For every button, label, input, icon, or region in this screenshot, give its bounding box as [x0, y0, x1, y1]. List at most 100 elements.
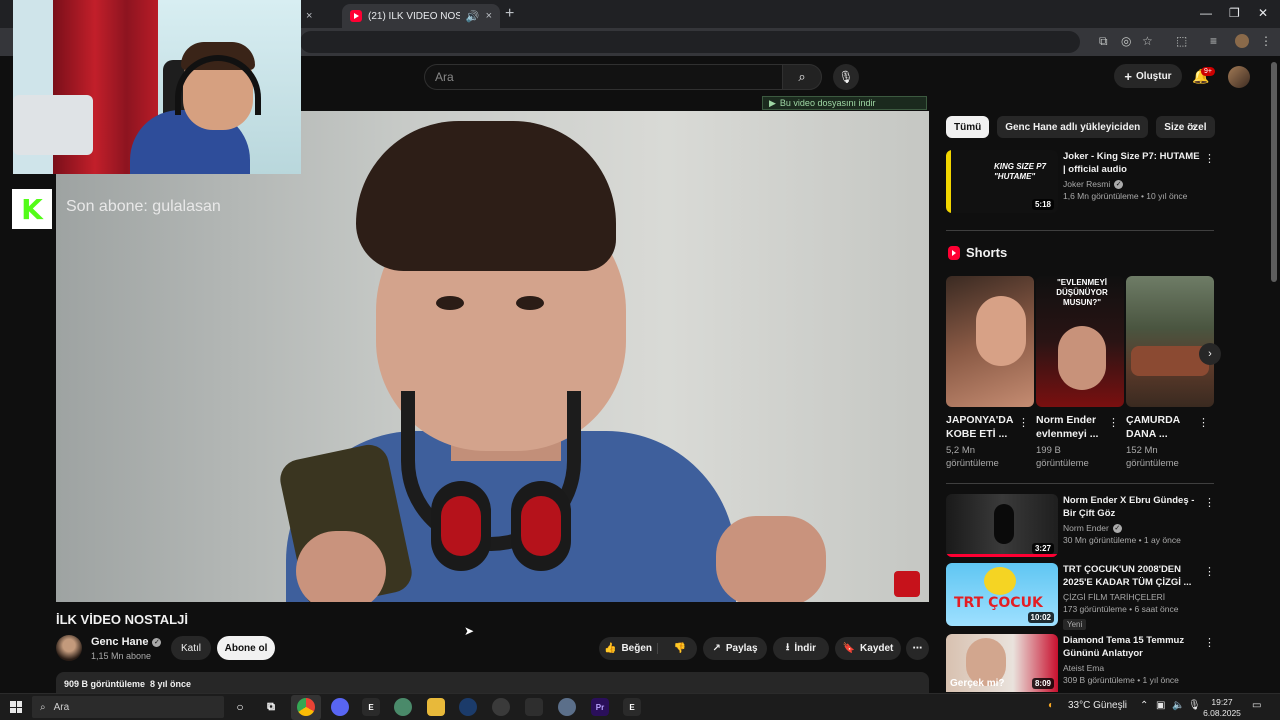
recommendation-title[interactable]: Joker - King Size P7: HUTAME | official …: [1063, 150, 1201, 176]
recommendation-thumbnail[interactable]: TRT ÇOCUK 10:02: [946, 563, 1058, 626]
subscribe-button[interactable]: Abone ol: [217, 636, 275, 660]
bookmark-star-icon[interactable]: ☆: [1142, 34, 1153, 48]
chip-for-you[interactable]: Size özel: [1156, 116, 1215, 138]
obs-taskbar-icon[interactable]: [492, 698, 510, 716]
chip-all[interactable]: Tümü: [946, 116, 990, 138]
save-button[interactable]: 🔖 Kaydet: [835, 637, 901, 660]
chrome-menu-icon[interactable]: ⋮: [1260, 34, 1272, 48]
create-button[interactable]: + Oluştur: [1114, 64, 1182, 88]
recommendation-item[interactable]: 3:27 Norm Ender X Ebru Gündeş - Bir Çift…: [946, 494, 1215, 558]
recommendation-item[interactable]: Gerçek mi? 8:09 Diamond Tema 15 Temmuz G…: [946, 634, 1215, 692]
task-view-icon[interactable]: ⧉: [262, 698, 280, 716]
short-item[interactable]: "EVLENMEYİ DÜŞÜNÜYOR MUSUN?" Norm Ender …: [1036, 276, 1124, 470]
recommendation-thumbnail[interactable]: Gerçek mi? 8:09: [946, 634, 1058, 692]
tray-chevron-icon[interactable]: ⌃: [1140, 700, 1148, 711]
recommendation-title[interactable]: TRT ÇOCUK'UN 2008'DEN 2025'E KADAR TÜM Ç…: [1063, 563, 1201, 589]
short-views: 199 B görüntüleme: [1036, 445, 1089, 469]
recommendation-item[interactable]: TRT ÇOCUK 10:02 TRT ÇOCUK'UN 2008'DEN 20…: [946, 563, 1215, 630]
premiere-pro-taskbar-icon[interactable]: Pr: [591, 698, 609, 716]
address-bar[interactable]: [300, 31, 1080, 53]
webcam-bed: [13, 95, 93, 155]
browser-tab-active[interactable]: (21) İLK VİDEO NOSTALJİ - 🔊 ×: [342, 4, 500, 28]
recommendation-item[interactable]: KING SIZE P7 "HUTAME" 5:18 Joker - King …: [946, 150, 1215, 214]
restore-icon[interactable]: ❐: [1229, 6, 1240, 20]
account-avatar[interactable]: [1228, 66, 1250, 88]
short-title[interactable]: ÇAMURDA DANA ...: [1126, 413, 1198, 441]
recommendation-channel[interactable]: ÇİZGİ FİLM TARİHÇELERİ: [1063, 592, 1201, 602]
chrome-taskbar-icon[interactable]: [297, 698, 315, 716]
minimize-icon[interactable]: —: [1200, 6, 1212, 20]
voice-search-button[interactable]: 🎙: [833, 64, 859, 90]
short-item[interactable]: JAPONYA'DA KOBE ETİ ... 5,2 Mn görüntüle…: [946, 276, 1034, 470]
file-explorer-taskbar-icon[interactable]: [427, 698, 445, 716]
discord-taskbar-icon[interactable]: [331, 698, 349, 716]
video-title: İLK VİDEO NOSTALJİ: [56, 612, 188, 627]
recommendation-thumbnail[interactable]: 3:27: [946, 494, 1058, 557]
app-taskbar-icon[interactable]: [558, 698, 576, 716]
new-tab-button[interactable]: +: [505, 5, 514, 23]
steam-taskbar-icon[interactable]: [459, 698, 477, 716]
app-grid-taskbar-icon[interactable]: [525, 698, 543, 716]
chips-next-icon[interactable]: ›: [1192, 120, 1196, 134]
like-button[interactable]: 👍 Beğen: [599, 643, 658, 654]
weather-text[interactable]: 33°C Güneşli: [1068, 700, 1127, 711]
dislike-button[interactable]: 👎: [663, 643, 697, 654]
channel-watermark-icon[interactable]: [894, 571, 920, 597]
short-thumbnail[interactable]: "EVLENMEYİ DÜŞÜNÜYOR MUSUN?": [1036, 276, 1124, 407]
recommendation-title[interactable]: Norm Ender X Ebru Gündeş - Bir Çift Göz: [1063, 494, 1201, 520]
more-options-icon[interactable]: ⋮: [1108, 416, 1119, 429]
channel-name-text: Genc Hane: [91, 636, 149, 648]
recommendation-channel[interactable]: Norm Ender ✓: [1063, 523, 1201, 534]
search-button[interactable]: ⌕: [782, 64, 822, 90]
short-title[interactable]: Norm Ender evlenmeyi ...: [1036, 413, 1108, 441]
cortana-icon[interactable]: ○: [231, 698, 249, 716]
more-actions-button[interactable]: ⋯: [906, 637, 929, 660]
more-options-icon[interactable]: ⋮: [1198, 416, 1209, 429]
channel-name[interactable]: Genc Hane ✓: [91, 636, 162, 648]
window-close-icon[interactable]: ✕: [1258, 6, 1268, 20]
eye-off-icon[interactable]: ◎: [1121, 34, 1131, 48]
windows-start-icon[interactable]: [10, 701, 22, 713]
more-options-icon[interactable]: ⋮: [1204, 152, 1215, 165]
page-scrollbar[interactable]: [1271, 62, 1277, 282]
download-button[interactable]: ⭳ İndir: [773, 637, 829, 660]
download-strip[interactable]: ▶ Bu video dosyasını indir: [762, 96, 927, 110]
download-label: İndir: [794, 643, 817, 654]
extensions-icon[interactable]: ⬚: [1176, 34, 1187, 48]
recommendation-title[interactable]: Diamond Tema 15 Temmuz Gününü Anlatıyor: [1063, 634, 1201, 660]
recommendation-thumbnail[interactable]: KING SIZE P7 "HUTAME" 5:18: [946, 150, 1058, 213]
media-control-icon[interactable]: ≡: [1210, 34, 1217, 48]
more-options-icon[interactable]: ⋮: [1018, 416, 1029, 429]
tab-close-icon[interactable]: ×: [486, 10, 492, 22]
more-options-icon[interactable]: ⋮: [1204, 565, 1215, 578]
share-button[interactable]: ↗ Paylaş: [703, 637, 767, 660]
notification-center-icon[interactable]: ▭: [1252, 700, 1261, 711]
app-taskbar-icon[interactable]: [394, 698, 412, 716]
speaker-icon[interactable]: 🔊: [466, 10, 480, 23]
search-input[interactable]: Ara: [424, 64, 782, 90]
taskbar-clock[interactable]: 19:27 6.08.2025: [1198, 697, 1246, 719]
browser-tab-inactive[interactable]: ×: [300, 4, 340, 28]
short-title[interactable]: JAPONYA'DA KOBE ETİ ...: [946, 413, 1018, 441]
more-options-icon[interactable]: ⋮: [1204, 496, 1215, 509]
chip-from-uploader[interactable]: Genc Hane adlı yükleyiciden: [997, 116, 1149, 138]
epic-games-taskbar-icon[interactable]: E: [623, 698, 641, 716]
install-app-icon[interactable]: ⧉: [1099, 34, 1108, 49]
short-item[interactable]: ÇAMURDA DANA ... 152 Mn görüntüleme ⋮: [1126, 276, 1214, 470]
join-button[interactable]: Katıl: [171, 636, 211, 660]
tab-close-icon[interactable]: ×: [306, 10, 312, 22]
epic-games-taskbar-icon[interactable]: E: [362, 698, 380, 716]
short-thumbnail[interactable]: [1126, 276, 1214, 407]
short-thumbnail[interactable]: [946, 276, 1034, 407]
video-player[interactable]: [56, 111, 929, 602]
shorts-next-button[interactable]: ›: [1199, 343, 1221, 365]
notification-badge: 9+: [1201, 67, 1215, 76]
browser-profile-avatar[interactable]: [1235, 34, 1249, 48]
volume-icon[interactable]: 🔈: [1172, 700, 1184, 711]
recommendation-channel[interactable]: Ateist Ema: [1063, 663, 1201, 673]
recommendation-channel[interactable]: Joker Resmi ✓: [1063, 179, 1201, 190]
channel-avatar[interactable]: [56, 635, 82, 661]
taskbar-search[interactable]: ⌕ Ara: [32, 696, 224, 718]
more-options-icon[interactable]: ⋮: [1204, 636, 1215, 649]
network-icon[interactable]: ▣: [1156, 700, 1165, 711]
